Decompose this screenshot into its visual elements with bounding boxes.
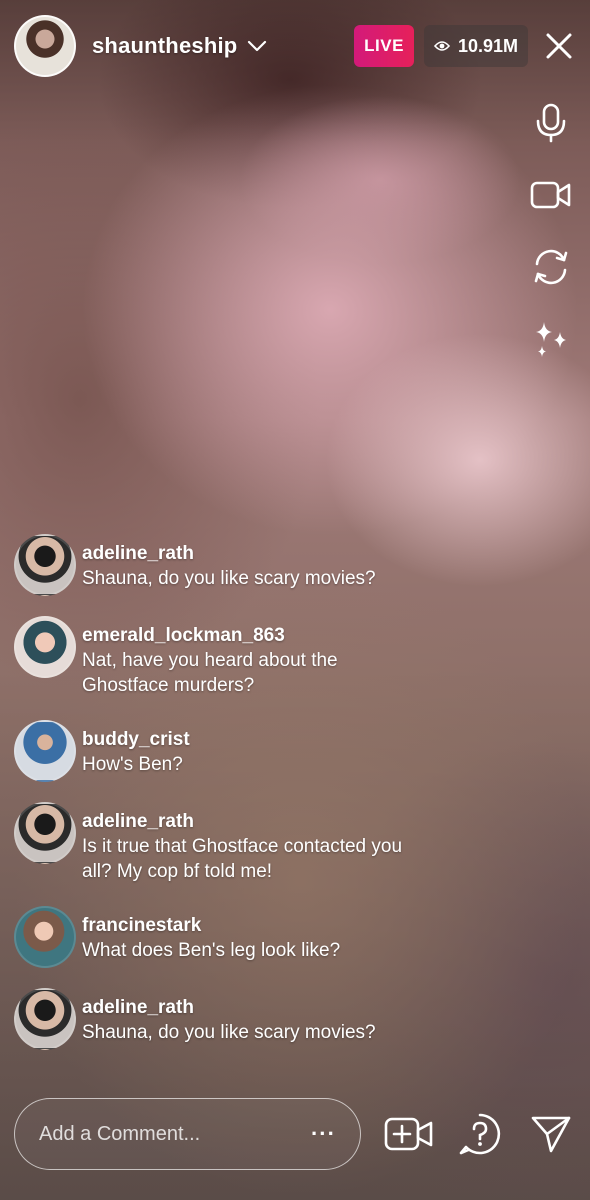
comment-username[interactable]: adeline_rath bbox=[82, 996, 376, 1020]
add-guest-video-icon[interactable] bbox=[383, 1107, 434, 1161]
chevron-down-icon[interactable] bbox=[247, 36, 267, 56]
video-camera-icon[interactable] bbox=[528, 172, 574, 218]
commenter-avatar[interactable] bbox=[14, 988, 76, 1050]
live-badge: LIVE bbox=[354, 25, 414, 67]
comment-text: Is it true that Ghostface contacted you … bbox=[82, 836, 403, 882]
commenter-avatar[interactable] bbox=[14, 616, 76, 678]
commenter-avatar[interactable] bbox=[14, 720, 76, 782]
comment-text: Shauna, do you like scary movies? bbox=[82, 568, 376, 589]
live-comments-list: adeline_rath Shauna, do you like scary m… bbox=[14, 534, 474, 1070]
comment-text: What does Ben's leg look like? bbox=[82, 940, 341, 961]
host-avatar[interactable] bbox=[14, 15, 76, 77]
viewer-count: 10.91M bbox=[457, 36, 518, 56]
comment-text: Shauna, do you like scary movies? bbox=[82, 1022, 376, 1043]
effects-sparkle-icon[interactable] bbox=[528, 316, 574, 362]
close-icon[interactable] bbox=[542, 29, 576, 63]
comment-text: How's Ben? bbox=[82, 754, 183, 775]
more-options-icon[interactable]: ··· bbox=[308, 1121, 338, 1147]
viewer-count-badge[interactable]: 10.91M bbox=[423, 25, 528, 67]
send-paper-plane-icon[interactable] bbox=[525, 1107, 576, 1161]
comment-composer-bar: ··· bbox=[14, 1098, 576, 1170]
comment-item: emerald_lockman_863 Nat, have you heard … bbox=[14, 616, 474, 720]
question-icon[interactable] bbox=[454, 1107, 505, 1161]
comment-text: Nat, have you heard about the Ghostface … bbox=[82, 650, 338, 696]
live-header: shauntheship LIVE 10.91M bbox=[14, 14, 576, 78]
comment-item: adeline_rath Is it true that Ghostface c… bbox=[14, 802, 474, 906]
eye-icon bbox=[433, 41, 450, 51]
comment-input[interactable] bbox=[39, 1122, 309, 1146]
microphone-icon[interactable] bbox=[528, 100, 574, 146]
comment-username[interactable]: adeline_rath bbox=[82, 810, 422, 834]
broadcast-controls bbox=[526, 100, 576, 388]
comment-item: adeline_rath Shauna, do you like scary m… bbox=[14, 534, 474, 616]
comment-item: buddy_crist How's Ben? bbox=[14, 720, 474, 802]
comment-item: adeline_rath Shauna, do you like scary m… bbox=[14, 988, 474, 1070]
comment-username[interactable]: francinestark bbox=[82, 914, 340, 938]
commenter-avatar[interactable] bbox=[14, 802, 76, 864]
host-username[interactable]: shauntheship bbox=[92, 33, 237, 59]
comment-item: francinestark What does Ben's leg look l… bbox=[14, 906, 474, 988]
comment-username[interactable]: emerald_lockman_863 bbox=[82, 624, 382, 648]
commenter-avatar[interactable] bbox=[14, 906, 76, 968]
comment-username[interactable]: adeline_rath bbox=[82, 542, 376, 566]
commenter-avatar[interactable] bbox=[14, 534, 76, 596]
comment-username[interactable]: buddy_crist bbox=[82, 728, 190, 752]
switch-camera-icon[interactable] bbox=[528, 244, 574, 290]
comment-input-wrapper[interactable]: ··· bbox=[14, 1098, 362, 1170]
